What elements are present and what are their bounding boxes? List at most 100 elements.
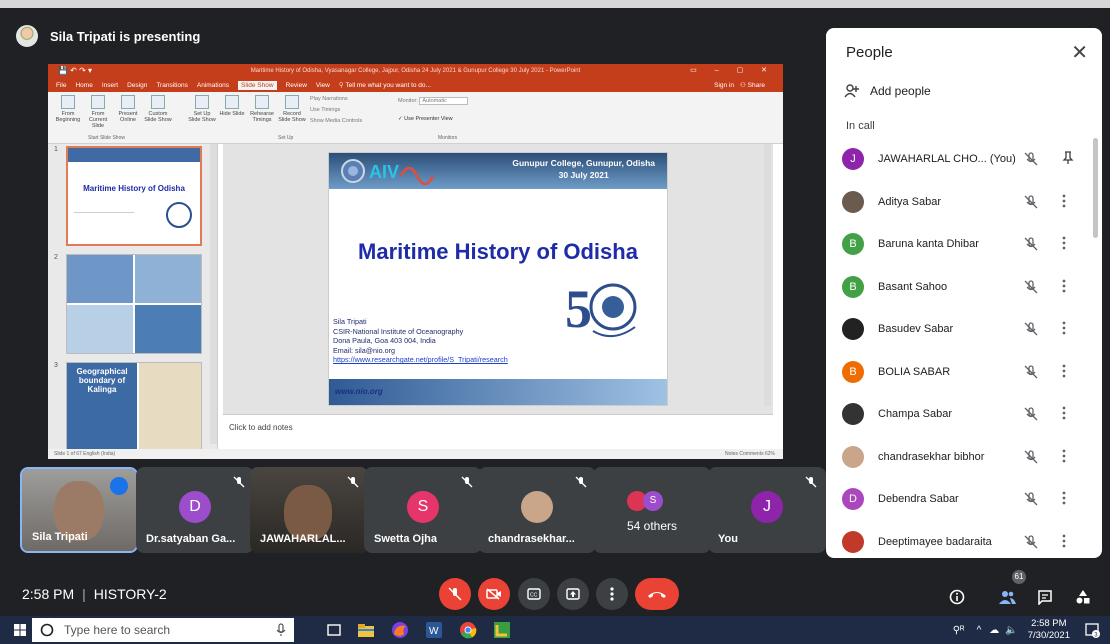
participant-tile[interactable]: JAWAHARLAL... bbox=[250, 467, 368, 553]
tab-insert[interactable]: Insert bbox=[102, 82, 118, 89]
muted-mic-icon[interactable] bbox=[1024, 407, 1038, 421]
tab-file[interactable]: File bbox=[56, 82, 66, 89]
tab-slide-show[interactable]: Slide Show bbox=[238, 80, 277, 90]
participant-row[interactable]: B BOLIA SABAR bbox=[826, 351, 1092, 394]
chrome-icon[interactable] bbox=[458, 620, 478, 640]
participant-tile[interactable]: S Swetta Ojha bbox=[364, 467, 482, 553]
captions-button[interactable]: CC bbox=[518, 578, 550, 610]
people-tray-icon[interactable]: ⚲ᴿ bbox=[953, 625, 965, 636]
tab-transitions[interactable]: Transitions bbox=[156, 82, 188, 89]
from-current-button[interactable]: From Current Slide bbox=[84, 95, 112, 129]
thumb-scrollbar[interactable] bbox=[210, 144, 217, 444]
show-media-check[interactable]: Show Media Controls bbox=[310, 118, 362, 124]
zoom-status[interactable]: Notes Comments 62% bbox=[725, 449, 775, 459]
tab-animations[interactable]: Animations bbox=[197, 82, 229, 89]
participant-tile[interactable]: chandrasekhar... bbox=[478, 467, 596, 553]
volume-icon[interactable]: 🔈 bbox=[1005, 625, 1017, 636]
windows-start-icon[interactable] bbox=[14, 624, 26, 636]
participant-row[interactable]: Aditya Sabar bbox=[826, 181, 1092, 224]
participant-tile[interactable]: D Dr.satyaban Ga... bbox=[136, 467, 254, 553]
rehearse-button[interactable]: Rehearse Timings bbox=[248, 95, 276, 123]
tab-design[interactable]: Design bbox=[127, 82, 147, 89]
participant-row[interactable]: B Basant Sahoo bbox=[826, 266, 1092, 309]
notes-pane[interactable]: Click to add notes bbox=[223, 414, 773, 441]
task-view-icon[interactable] bbox=[324, 620, 344, 640]
participant-tile[interactable]: Sila Tripati bbox=[20, 467, 138, 553]
record-button[interactable]: Record Slide Show bbox=[278, 95, 306, 123]
muted-mic-icon[interactable] bbox=[1024, 364, 1038, 379]
others-tile[interactable]: S 54 others bbox=[593, 467, 711, 553]
more-vert-icon[interactable] bbox=[1062, 406, 1066, 420]
meeting-controls-bar: 2:58 PM | HISTORY-2 CC 61 bbox=[0, 566, 1110, 616]
more-vert-icon[interactable] bbox=[1062, 236, 1066, 250]
muted-mic-icon[interactable] bbox=[1024, 492, 1038, 506]
participant-row[interactable]: D Debendra Sabar bbox=[826, 478, 1092, 521]
set-up-button[interactable]: Set Up Slide Show bbox=[188, 95, 216, 123]
word-icon[interactable]: W bbox=[424, 620, 444, 640]
more-vert-icon[interactable] bbox=[1062, 279, 1066, 293]
pin-icon[interactable] bbox=[1062, 151, 1074, 165]
tell-me-box[interactable]: ⚲ Tell me what you want to do... bbox=[339, 81, 440, 89]
more-vert-icon[interactable] bbox=[1062, 449, 1066, 463]
aiv-logo-icon: AIV bbox=[341, 159, 435, 186]
muted-mic-icon[interactable] bbox=[1024, 237, 1038, 251]
tab-view[interactable]: View bbox=[316, 82, 330, 89]
tray-clock[interactable]: 2:58 PM 7/30/2021 bbox=[1028, 618, 1070, 642]
chat-button[interactable] bbox=[1034, 586, 1056, 608]
self-tile[interactable]: J You bbox=[708, 467, 826, 553]
participant-row[interactable]: B Baruna kanta Dhibar bbox=[826, 223, 1092, 266]
research-link[interactable]: https://www.researchgate.net/profile/S_T… bbox=[333, 355, 508, 365]
camera-off-button[interactable] bbox=[478, 578, 510, 610]
muted-mic-icon[interactable] bbox=[1024, 449, 1038, 464]
slide-scrollbar[interactable] bbox=[764, 144, 771, 406]
tray-overflow-icon[interactable]: ^ bbox=[977, 625, 982, 636]
participant-row[interactable]: chandrasekhar bibhor bbox=[826, 436, 1092, 479]
mic-off-button[interactable] bbox=[439, 578, 471, 610]
slide-thumb-3[interactable]: Geographical boundary of Kalinga bbox=[66, 362, 202, 459]
participant-row[interactable]: J JAWAHARLAL CHO... (You) bbox=[826, 138, 1092, 181]
present-online-button[interactable]: Present Online bbox=[114, 95, 142, 123]
participant-row[interactable]: Basudev Sabar bbox=[826, 308, 1092, 351]
sign-in-link[interactable]: Sign in bbox=[714, 82, 734, 89]
from-beginning-button[interactable]: From Beginning bbox=[54, 95, 82, 123]
notifications-icon[interactable]: 3 bbox=[1084, 622, 1100, 643]
muted-mic-icon[interactable] bbox=[1024, 534, 1038, 549]
leave-call-button[interactable] bbox=[635, 578, 679, 610]
firefox-icon[interactable] bbox=[390, 620, 410, 640]
muted-mic-icon[interactable] bbox=[1024, 322, 1038, 336]
presenter-banner: Sila Tripati is presenting bbox=[16, 24, 200, 48]
slide-thumb-2[interactable] bbox=[66, 254, 202, 354]
participant-row[interactable]: Champa Sabar bbox=[826, 393, 1092, 436]
more-options-button[interactable] bbox=[596, 578, 628, 610]
tab-review[interactable]: Review bbox=[286, 82, 307, 89]
meeting-details-button[interactable] bbox=[946, 586, 968, 608]
hide-slide-button[interactable]: Hide Slide bbox=[218, 95, 246, 117]
tab-home[interactable]: Home bbox=[75, 82, 92, 89]
activities-button[interactable] bbox=[1072, 586, 1094, 608]
more-vert-icon[interactable] bbox=[1062, 491, 1066, 505]
people-scrollbar[interactable] bbox=[1093, 138, 1098, 238]
muted-mic-icon[interactable] bbox=[1024, 279, 1038, 294]
slide-thumb-1[interactable]: Maritime History of Odisha bbox=[66, 146, 202, 246]
close-icon[interactable]: ✕ bbox=[1071, 40, 1088, 65]
more-vert-icon[interactable] bbox=[1062, 534, 1066, 548]
people-button[interactable] bbox=[996, 586, 1018, 608]
presenter-view-check[interactable]: ✓ Use Presenter View bbox=[398, 116, 453, 122]
more-vert-icon[interactable] bbox=[1062, 194, 1066, 208]
muted-mic-icon[interactable] bbox=[1024, 194, 1038, 209]
share-button[interactable]: ⚇ Share bbox=[740, 81, 774, 89]
taskbar-search-box[interactable]: Type here to search bbox=[32, 618, 294, 642]
microphone-icon[interactable] bbox=[276, 623, 286, 637]
more-vert-icon[interactable] bbox=[1062, 321, 1066, 335]
use-timings-check[interactable]: Use Timings bbox=[310, 107, 340, 113]
add-people-button[interactable]: Add people bbox=[844, 84, 931, 98]
present-now-button[interactable] bbox=[557, 578, 589, 610]
play-narrations-check[interactable]: Play Narrations bbox=[310, 96, 348, 102]
muted-mic-icon[interactable] bbox=[1024, 152, 1038, 166]
network-icon[interactable]: ☁ bbox=[989, 625, 999, 636]
app-launcher-icon[interactable] bbox=[492, 620, 512, 640]
file-explorer-icon[interactable] bbox=[356, 620, 376, 640]
custom-show-button[interactable]: Custom Slide Show bbox=[144, 95, 172, 123]
participant-row[interactable]: Deeptimayee badaraita bbox=[826, 521, 1092, 559]
more-vert-icon[interactable] bbox=[1062, 364, 1066, 378]
